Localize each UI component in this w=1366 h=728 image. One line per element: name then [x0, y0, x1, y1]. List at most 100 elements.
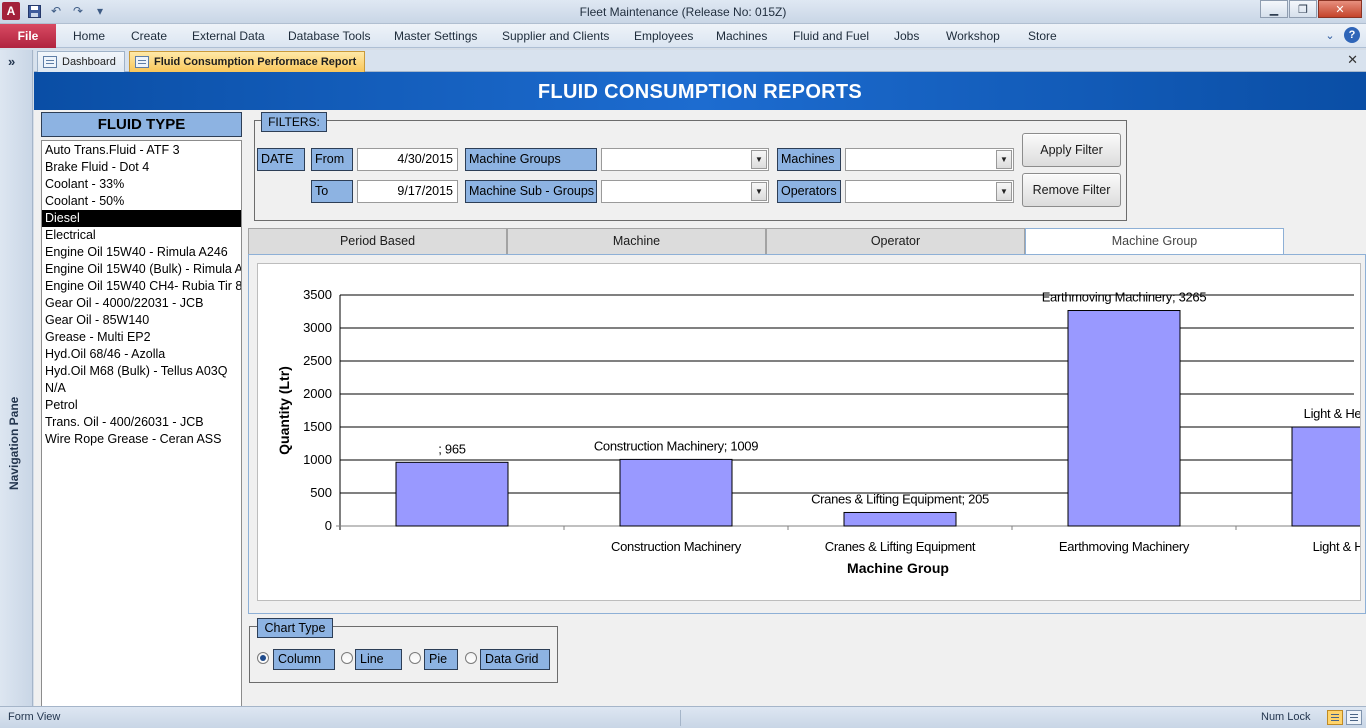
- y-tick-label: 1000: [303, 452, 332, 467]
- form-icon: [135, 56, 149, 68]
- window-title: Fleet Maintenance (Release No: 015Z): [579, 5, 787, 19]
- operators-combo[interactable]: ▼: [845, 180, 1014, 203]
- chart-type-legend: Chart Type: [257, 618, 333, 638]
- radio-column-label[interactable]: Column: [273, 649, 335, 670]
- fluid-type-item[interactable]: Diesel: [42, 210, 241, 227]
- machine-groups-combo[interactable]: ▼: [601, 148, 769, 171]
- menu-jobs[interactable]: Jobs: [894, 29, 919, 43]
- fluid-type-item[interactable]: Coolant - 50%: [42, 193, 241, 210]
- restore-icon[interactable]: ❐: [1289, 0, 1317, 18]
- menu-home[interactable]: Home: [73, 29, 105, 43]
- form-view-icon[interactable]: [1327, 710, 1343, 725]
- remove-filter-button[interactable]: Remove Filter: [1022, 173, 1121, 207]
- to-label: To: [311, 180, 353, 203]
- bar: [1067, 310, 1181, 527]
- tab-dashboard[interactable]: Dashboard: [37, 51, 125, 72]
- radio-line[interactable]: [341, 652, 353, 664]
- tab-fluid-consumption-report[interactable]: Fluid Consumption Performace Report: [129, 51, 366, 72]
- fluid-type-item[interactable]: Brake Fluid - Dot 4: [42, 159, 241, 176]
- from-label: From: [311, 148, 353, 171]
- help-icon[interactable]: ?: [1344, 27, 1360, 43]
- bar: [619, 458, 733, 527]
- x-tick-label: Construction Machinery: [611, 539, 742, 554]
- tab-operator[interactable]: Operator: [766, 228, 1025, 254]
- layout-view-icon[interactable]: [1346, 710, 1362, 725]
- chevron-down-icon[interactable]: ▼: [996, 150, 1012, 169]
- bar: [395, 461, 509, 527]
- status-num-lock: Num Lock: [1261, 711, 1311, 723]
- fluid-type-item[interactable]: Gear Oil - 4000/22031 - JCB: [42, 295, 241, 312]
- to-date-field[interactable]: 9/17/2015: [357, 180, 458, 203]
- tab-label: Dashboard: [62, 56, 116, 68]
- fluid-type-item[interactable]: Electrical: [42, 227, 241, 244]
- minimize-ribbon-icon[interactable]: ⌄: [1322, 27, 1338, 43]
- radio-line-label[interactable]: Line: [355, 649, 402, 670]
- fluid-type-item[interactable]: Petrol: [42, 397, 241, 414]
- document-tabs: Dashboard Fluid Consumption Performace R…: [34, 50, 1366, 72]
- menu-database-tools[interactable]: Database Tools: [288, 29, 371, 43]
- navigation-pane[interactable]: » Navigation Pane: [0, 50, 33, 706]
- menu-store[interactable]: Store: [1028, 29, 1057, 43]
- x-tick-label: Cranes & Lifting Equipment: [825, 539, 976, 554]
- data-label: Cranes & Lifting Equipment; 205: [811, 491, 989, 506]
- menu-external-data[interactable]: External Data: [192, 29, 265, 43]
- menu-supplier-and-clients[interactable]: Supplier and Clients: [502, 29, 609, 43]
- filters-legend: FILTERS:: [261, 112, 327, 132]
- ribbon-help-area: ⌄ ?: [1322, 27, 1360, 43]
- radio-data-grid[interactable]: [465, 652, 477, 664]
- menu-employees[interactable]: Employees: [634, 29, 693, 43]
- tab-period-based[interactable]: Period Based: [248, 228, 507, 254]
- data-label: Earthmoving Machinery; 3265: [1042, 290, 1207, 305]
- menu-create[interactable]: Create: [131, 29, 167, 43]
- tab-label: Fluid Consumption Performace Report: [154, 56, 357, 68]
- x-axis-title: Machine Group: [847, 560, 949, 576]
- fluid-type-list[interactable]: Auto Trans.Fluid - ATF 3 Brake Fluid - Do…: [41, 140, 242, 728]
- y-axis-title: Quantity (Ltr): [276, 366, 292, 455]
- menu-fluid-and-fuel[interactable]: Fluid and Fuel: [793, 29, 869, 43]
- x-tick-label: Light & Heav: [1313, 539, 1361, 554]
- tab-machine-group[interactable]: Machine Group: [1025, 228, 1284, 255]
- machine-groups-label: Machine Groups: [465, 148, 597, 171]
- nav-expand-icon[interactable]: »: [8, 54, 15, 69]
- menu-workshop[interactable]: Workshop: [946, 29, 1000, 43]
- y-tick-label: 2500: [303, 353, 332, 368]
- from-date-field[interactable]: 4/30/2015: [357, 148, 458, 171]
- close-document-icon[interactable]: ✕: [1347, 52, 1358, 68]
- fluid-type-item[interactable]: Trans. Oil - 400/26031 - JCB: [42, 414, 241, 431]
- date-label: DATE: [257, 148, 305, 171]
- radio-pie[interactable]: [409, 652, 421, 664]
- fluid-type-item[interactable]: Grease - Multi EP2: [42, 329, 241, 346]
- apply-filter-button[interactable]: Apply Filter: [1022, 133, 1121, 167]
- menu-master-settings[interactable]: Master Settings: [394, 29, 477, 43]
- title-bar: A ↶ ↷ ▾ Fleet Maintenance (Release No: 0…: [0, 0, 1366, 24]
- y-tick-label: 3500: [303, 287, 332, 302]
- close-icon[interactable]: ✕: [1318, 0, 1362, 18]
- chevron-down-icon[interactable]: ▼: [751, 150, 767, 169]
- radio-column[interactable]: [257, 652, 269, 664]
- machine-sub-groups-combo[interactable]: ▼: [601, 180, 769, 203]
- fluid-type-item[interactable]: Engine Oil 15W40 (Bulk) - Rimula A: [42, 261, 241, 278]
- fluid-type-item[interactable]: Coolant - 33%: [42, 176, 241, 193]
- radio-data-grid-label[interactable]: Data Grid: [480, 649, 550, 670]
- file-tab[interactable]: File: [0, 24, 56, 48]
- window-controls: ▁ ❐ ✕: [1259, 0, 1362, 18]
- fluid-type-item[interactable]: N/A: [42, 380, 241, 397]
- fluid-type-item[interactable]: Engine Oil 15W40 CH4- Rubia Tir 8: [42, 278, 241, 295]
- fluid-type-item[interactable]: Auto Trans.Fluid - ATF 3: [42, 142, 241, 159]
- bar: [843, 511, 957, 527]
- form-icon: [43, 56, 57, 68]
- fluid-type-item[interactable]: Wire Rope Grease - Ceran ASS: [42, 431, 241, 448]
- chart-svg: 0 500 1000 1500 2000 2500 3000 3500 ; 965 Constru…: [276, 287, 1361, 576]
- chevron-down-icon[interactable]: ▼: [751, 182, 767, 201]
- menu-machines[interactable]: Machines: [716, 29, 767, 43]
- chevron-down-icon[interactable]: ▼: [996, 182, 1012, 201]
- fluid-type-item[interactable]: Engine Oil 15W40 - Rimula A246: [42, 244, 241, 261]
- radio-pie-label[interactable]: Pie: [424, 649, 458, 670]
- fluid-type-item[interactable]: Hyd.Oil M68 (Bulk) - Tellus A03Q: [42, 363, 241, 380]
- fluid-type-item[interactable]: Gear Oil - 85W140: [42, 312, 241, 329]
- machines-combo[interactable]: ▼: [845, 148, 1014, 171]
- fluid-type-item[interactable]: Hyd.Oil 68/46 - Azolla: [42, 346, 241, 363]
- minimize-icon[interactable]: ▁: [1260, 0, 1288, 18]
- navigation-pane-label: Navigation Pane: [7, 396, 21, 490]
- tab-machine[interactable]: Machine: [507, 228, 766, 254]
